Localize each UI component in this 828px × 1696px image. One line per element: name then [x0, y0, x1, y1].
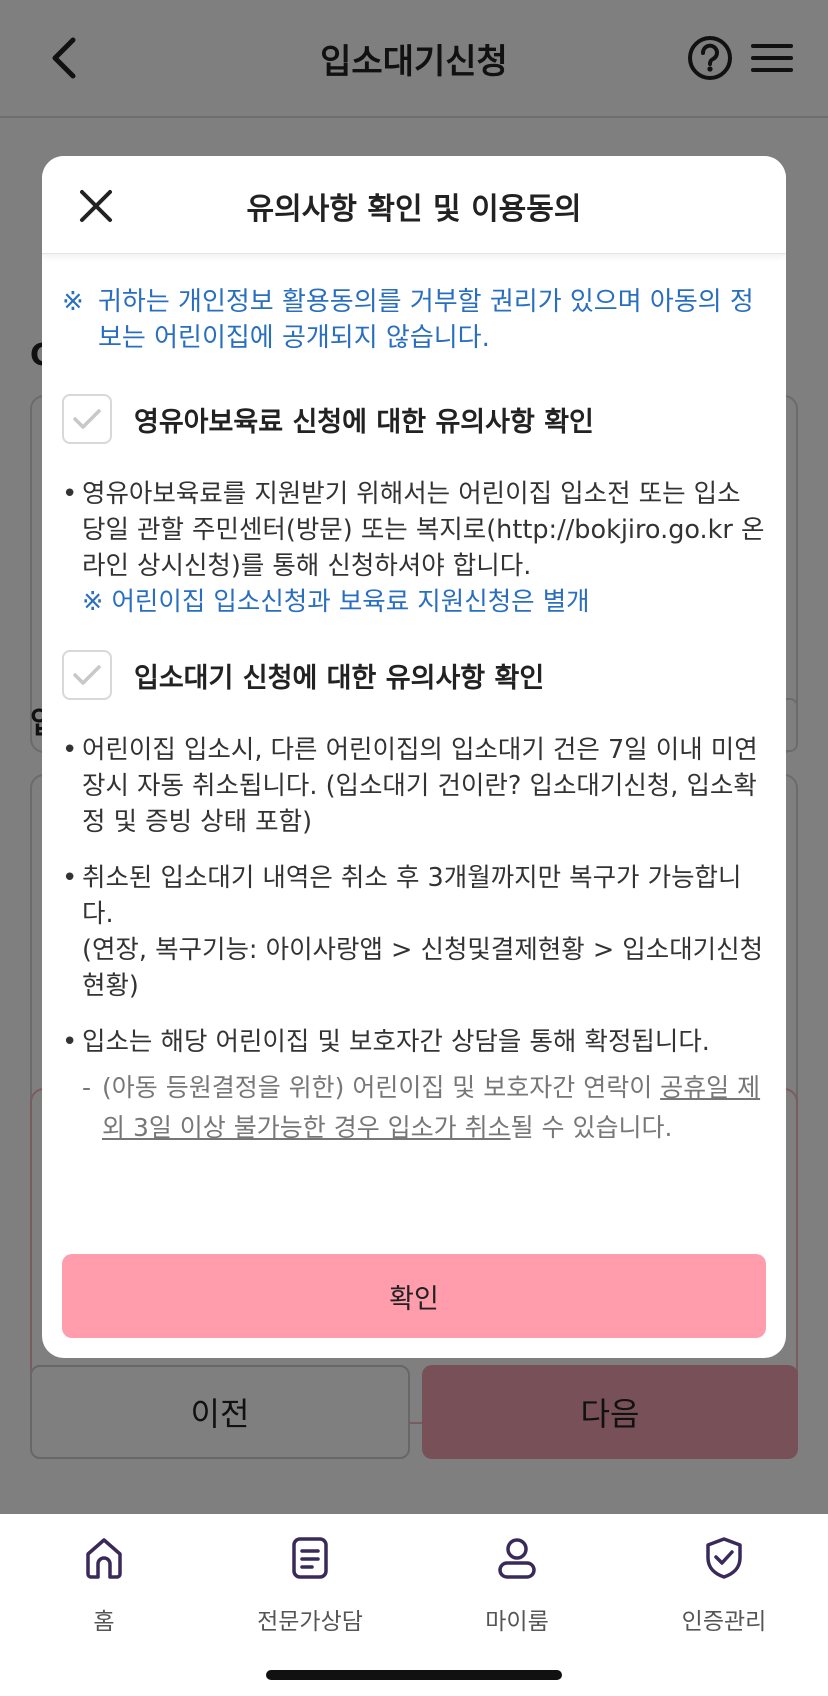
checkbox-label: 입소대기 신청에 대한 유의사항 확인 [134, 662, 545, 694]
sub-text: 될 수 있습니다. [510, 1113, 673, 1142]
nav-label: 인증관리 [681, 1609, 767, 1635]
list-item: • 입소는 해당 어린이집 및 보호자간 상담을 통해 확정됩니다. [62, 1024, 766, 1060]
confirm-button[interactable]: 확인 [62, 1254, 766, 1338]
home-indicator [266, 1670, 562, 1680]
modal-title: 유의사항 확인 및 이용동의 [246, 192, 582, 227]
bullet-dot: • [62, 479, 78, 509]
bullet-dot: • [62, 863, 78, 893]
bottom-nav: 홈 전문가상담 마이룸 인증관리 [0, 1514, 828, 1696]
list-item: • 영유아보육료를 지원받기 위해서는 어린이집 입소전 또는 입소 당일 관할… [62, 476, 766, 620]
modal-content[interactable]: ※ 귀하는 개인정보 활용동의를 거부할 권리가 있으며 아동의 정보는 어린이… [42, 254, 786, 1254]
consent-checkbox-waitlist[interactable]: 입소대기 신청에 대한 유의사항 확인 [62, 650, 766, 700]
nav-item-consulting[interactable]: 전문가상담 [230, 1534, 390, 1636]
nav-label: 홈 [93, 1609, 115, 1635]
consent-modal: 유의사항 확인 및 이용동의 ※ 귀하는 개인정보 활용동의를 거부할 권리가 … [42, 156, 786, 1358]
checkbox-label: 영유아보육료 신청에 대한 유의사항 확인 [134, 406, 594, 438]
consent-checkbox-fee[interactable]: 영유아보육료 신청에 대한 유의사항 확인 [62, 394, 766, 444]
checkbox[interactable] [62, 650, 112, 700]
notice-text: 귀하는 개인정보 활용동의를 거부할 권리가 있으며 아동의 정보는 어린이집에… [98, 287, 754, 353]
bullet-dot: • [62, 735, 78, 765]
notice-text: 영유아보육료를 지원받기 위해서는 어린이집 입소전 또는 입소 당일 관할 주… [82, 479, 765, 581]
nav-item-myroom[interactable]: 마이룸 [437, 1534, 597, 1636]
fee-separate-note: ※ 어린이집 입소신청과 보육료 지원신청은 별개 [82, 587, 590, 617]
person-icon [498, 1538, 536, 1579]
waitlist-notice-list: • 어린이집 입소시, 다른 어린이집의 입소대기 건은 7일 이내 미연장시 … [62, 732, 766, 1148]
fee-notice-list: • 영유아보육료를 지원받기 위해서는 어린이집 입소전 또는 입소 당일 관할… [62, 476, 766, 620]
nav-label: 마이룸 [485, 1609, 549, 1635]
sub-list-item: - (아동 등원결정을 위한) 어린이집 및 보호자간 연락이 공휴일 제외 3… [82, 1068, 766, 1148]
home-icon [86, 1538, 122, 1579]
bullet-dot: • [62, 1027, 78, 1057]
notice-text: 취소된 입소대기 내역은 취소 후 3개월까지만 복구가 가능합니다. [82, 863, 742, 929]
notice-mark: ※ [62, 287, 84, 317]
dash-mark: - [82, 1073, 92, 1102]
checkbox[interactable] [62, 394, 112, 444]
document-icon [292, 1537, 328, 1579]
notice-path-text: (연장, 복구기능: 아이사랑앱 > 신청및결제현황 > 입소대기신청현황) [82, 935, 764, 1001]
nav-label: 전문가상담 [257, 1609, 363, 1635]
list-item: • 취소된 입소대기 내역은 취소 후 3개월까지만 복구가 가능합니다. (연… [62, 860, 766, 1004]
notice-text: 어린이집 입소시, 다른 어린이집의 입소대기 건은 7일 이내 미연장시 자동… [82, 735, 758, 837]
list-item: • 어린이집 입소시, 다른 어린이집의 입소대기 건은 7일 이내 미연장시 … [62, 732, 766, 840]
sub-text: (아동 등원결정을 위한) 어린이집 및 보호자간 연락이 [102, 1073, 661, 1102]
nav-item-auth[interactable]: 인증관리 [644, 1534, 804, 1636]
notice-text: 입소는 해당 어린이집 및 보호자간 상담을 통해 확정됩니다. [82, 1027, 710, 1057]
nav-item-home[interactable]: 홈 [24, 1534, 184, 1636]
checkmark-icon [73, 409, 101, 429]
modal-header: 유의사항 확인 및 이용동의 [42, 156, 786, 254]
shield-check-icon [706, 1537, 742, 1579]
privacy-notice: ※ 귀하는 개인정보 활용동의를 거부할 권리가 있으며 아동의 정보는 어린이… [62, 284, 766, 356]
checkmark-icon [73, 665, 101, 685]
